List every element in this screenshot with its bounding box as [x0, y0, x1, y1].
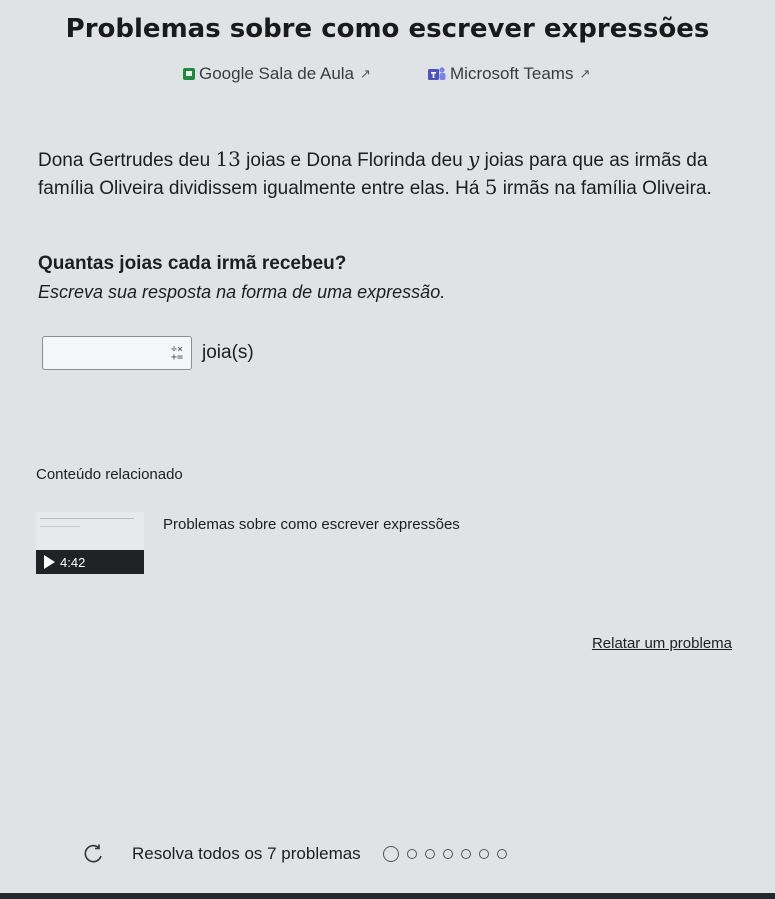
progress-label: Resolva todos os 7 problemas [132, 844, 361, 863]
progress-dot [382, 846, 399, 862]
bottom-bar [0, 893, 775, 899]
answer-input[interactable]: ÷× += [42, 336, 192, 370]
thumbnail-decoration [40, 518, 134, 519]
microsoft-teams-link[interactable]: Microsoft Teams ↗ [428, 64, 590, 84]
math-variable: y [468, 147, 480, 171]
external-link-icon: ↗ [579, 66, 591, 81]
progress-dot [496, 849, 507, 859]
progress-dots [382, 846, 515, 862]
progress-row: Resolva todos os 7 problemas [82, 843, 515, 865]
answer-row: ÷× += joia(s) [42, 336, 254, 370]
progress-dot [442, 849, 453, 859]
problem-text-part: Dona Gertrudes deu [38, 150, 216, 171]
share-row: Google Sala de Aula ↗ Microsoft Teams ↗ [0, 64, 775, 88]
math-number: 13 [215, 147, 241, 171]
page-title: Problemas sobre como escrever expressões [65, 14, 710, 44]
google-classroom-icon [183, 68, 195, 80]
instruction-text: Escreva sua resposta na forma de uma exp… [38, 282, 446, 302]
microsoft-teams-label: Microsoft Teams [450, 64, 574, 83]
math-keypad-icon[interactable]: ÷× += [169, 345, 185, 363]
play-icon [44, 555, 55, 569]
related-video-title[interactable]: Problemas sobre como escrever expressões [163, 516, 460, 533]
thumbnail-decoration [40, 526, 80, 527]
progress-dot [406, 849, 417, 859]
problem-statement: Dona Gertrudes deu 13 joias e Dona Flori… [38, 146, 738, 202]
google-classroom-label: Google Sala de Aula [199, 64, 355, 83]
math-number: 5 [484, 175, 498, 199]
problem-text-part: joias e Dona Florinda deu [240, 150, 468, 171]
progress-dot [478, 849, 489, 859]
related-content-heading: Conteúdo relacionado [36, 466, 183, 483]
reload-icon[interactable] [82, 843, 104, 865]
keypad-symbol-bottom: += [170, 352, 184, 363]
progress-dot [460, 849, 471, 859]
external-link-icon: ↗ [360, 66, 371, 81]
report-problem-link[interactable]: Relatar um problema [592, 635, 732, 652]
google-classroom-link[interactable]: Google Sala de Aula ↗ [183, 64, 371, 84]
video-thumbnail[interactable]: 4:42 [36, 512, 144, 574]
video-duration: 4:42 [60, 554, 86, 570]
problem-text-part: irmãs na família Oliveira. [497, 178, 712, 199]
unit-label: joia(s) [202, 342, 254, 363]
question-text: Quantas joias cada irmã recebeu? [38, 253, 347, 274]
progress-dot [424, 849, 435, 859]
video-duration-bar: 4:42 [36, 550, 144, 574]
microsoft-teams-icon [428, 67, 446, 80]
